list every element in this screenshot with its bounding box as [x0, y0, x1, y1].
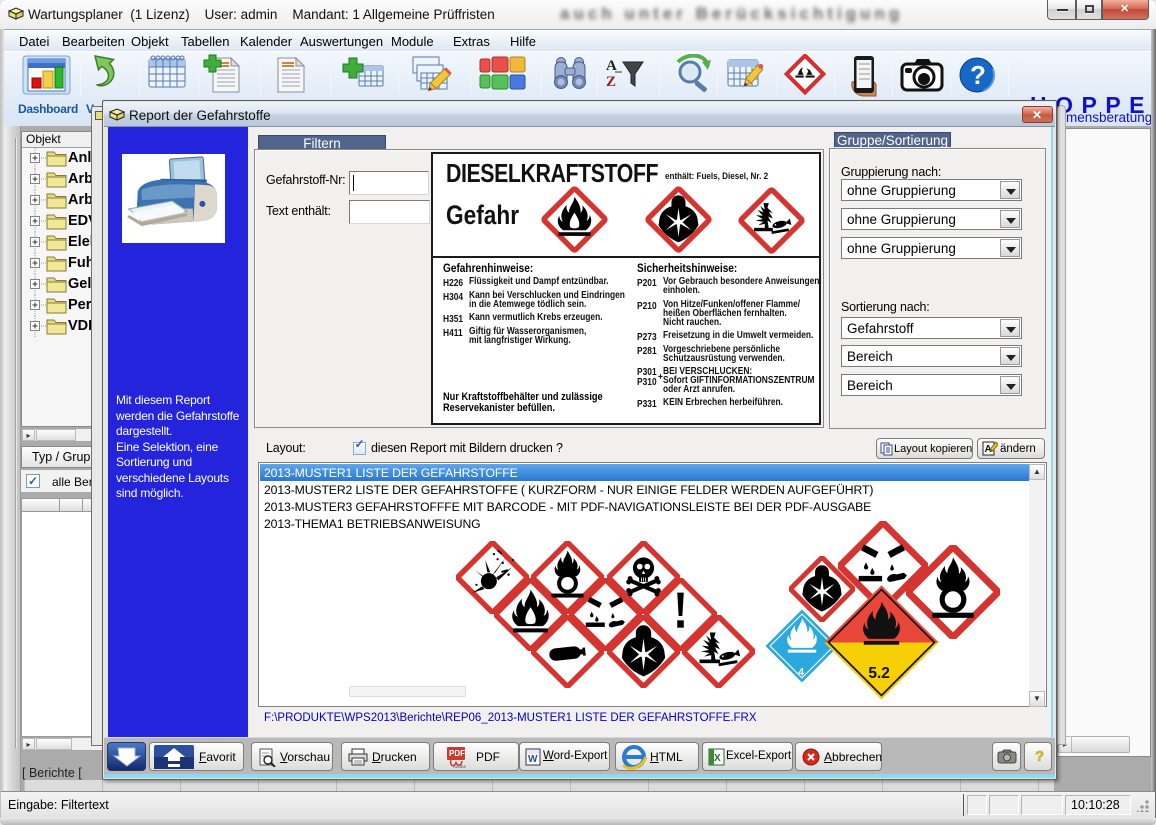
svg-text:Adobe: Adobe	[453, 764, 467, 769]
svg-text:4: 4	[798, 667, 804, 679]
svg-text:?: ?	[970, 60, 986, 90]
svg-text:Z: Z	[606, 74, 616, 90]
svg-text:W: W	[528, 754, 538, 765]
svg-text:PDF: PDF	[449, 749, 465, 758]
svg-text:5.2: 5.2	[868, 665, 890, 682]
svg-text:X: X	[714, 753, 721, 764]
